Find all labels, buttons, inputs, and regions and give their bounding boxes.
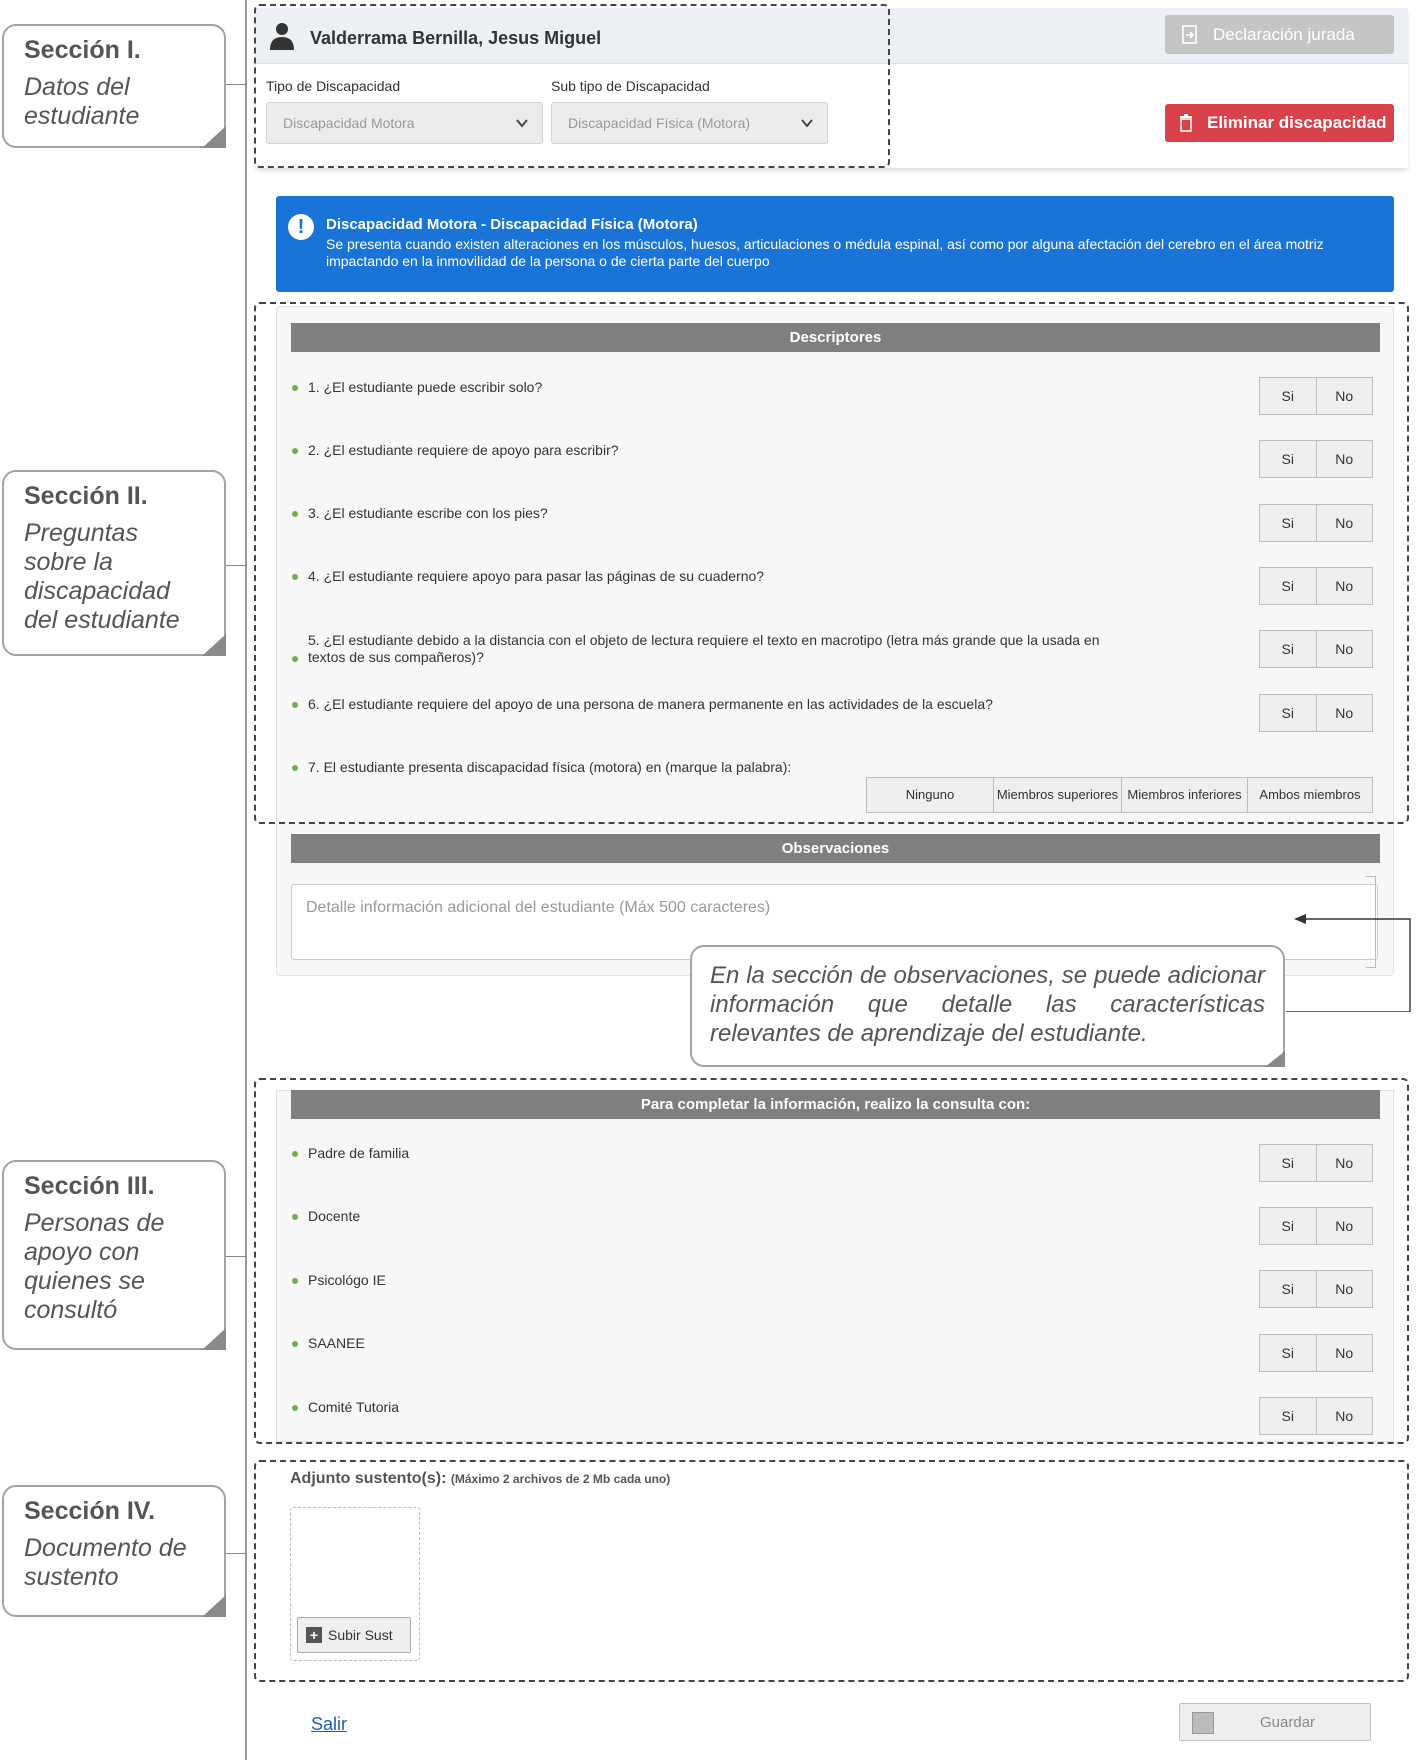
- exit-link[interactable]: Salir: [311, 1714, 347, 1735]
- section-2-frame: [254, 302, 1409, 824]
- callout-desc: Documento de sustento: [24, 1534, 187, 1591]
- page-fold-icon: [202, 1595, 226, 1617]
- delete-disability-label: Eliminar discapacidad: [1207, 113, 1387, 132]
- info-banner: ! Discapacidad Motora - Discapacidad Fís…: [276, 196, 1394, 292]
- exclamation-icon: !: [288, 214, 314, 240]
- page-fold-icon: [202, 1328, 226, 1350]
- save-button-label: Guardar: [1260, 1714, 1316, 1731]
- callout-desc: Personas de apoyo con quienes se consult…: [24, 1209, 165, 1324]
- save-icon: [1192, 1712, 1214, 1734]
- callout-connector: [226, 84, 246, 85]
- callout-section-4: Sección IV. Documento de sustento: [2, 1485, 226, 1617]
- observations-placeholder: Detalle información adicional del estudi…: [306, 899, 771, 916]
- observations-note: En la sección de observaciones, se puede…: [690, 945, 1285, 1067]
- info-body: Se presenta cuando existen alteraciones …: [326, 236, 1324, 269]
- declaration-button[interactable]: Declaración jurada: [1165, 15, 1394, 54]
- page-fold-icon: [202, 126, 226, 148]
- annotation-line: [245, 0, 247, 1760]
- callout-title: Sección I.: [24, 36, 141, 64]
- trash-icon: [1180, 114, 1192, 132]
- section-1-frame: [254, 4, 890, 168]
- callout-connector: [226, 1553, 246, 1554]
- callout-title: Sección II.: [24, 482, 148, 510]
- page-fold-icon: [202, 634, 226, 656]
- delete-disability-button[interactable]: Eliminar discapacidad: [1165, 104, 1394, 142]
- note-arrow: [1286, 914, 1411, 1012]
- callout-connector: [226, 1256, 246, 1257]
- observations-header: Observaciones: [291, 834, 1380, 863]
- section-4-frame: [254, 1460, 1409, 1682]
- callout-title: Sección IV.: [24, 1497, 156, 1525]
- callout-title: Sección III.: [24, 1172, 155, 1200]
- callout-section-3: Sección III. Personas de apoyo con quien…: [2, 1160, 226, 1350]
- info-title: Discapacidad Motora - Discapacidad Físic…: [326, 216, 698, 233]
- callout-section-2: Sección II. Preguntas sobre la discapaci…: [2, 470, 226, 656]
- section-3-frame: [254, 1078, 1409, 1444]
- callout-connector: [226, 565, 246, 566]
- callout-desc: Datos del estudiante: [24, 73, 140, 130]
- callout-section-1: Sección I. Datos del estudiante: [2, 24, 226, 148]
- callout-desc: Preguntas sobre la discapacidad del estu…: [24, 519, 180, 634]
- page-fold-icon: [1265, 1051, 1285, 1067]
- declaration-button-label: Declaración jurada: [1213, 24, 1355, 44]
- note-text: En la sección de observaciones, se puede…: [710, 962, 1265, 1047]
- save-button[interactable]: Guardar: [1179, 1703, 1371, 1741]
- document-icon: [1182, 24, 1197, 44]
